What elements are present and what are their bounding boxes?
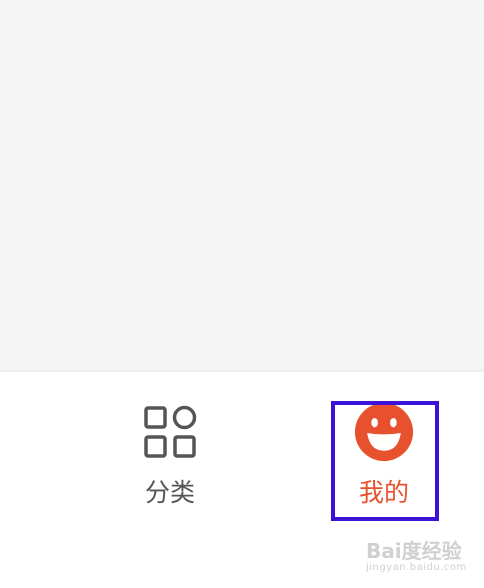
watermark: Bai度经验 jingyan.baidu.com [366,540,478,580]
watermark-main: Bai度经验 [366,539,462,563]
watermark-sub: jingyan.baidu.com [366,562,467,573]
content-area [0,0,484,372]
smiley-face-icon [354,402,414,462]
tab-category-label: 分类 [144,478,195,507]
app-screen: 分类 我的 Bai度经验 jingyan.baidu.com [0,0,484,588]
tab-category[interactable]: 分类 [110,402,230,508]
grid-icon [140,402,200,462]
tab-mine[interactable]: 我的 [326,402,442,508]
tab-mine-label: 我的 [358,478,409,507]
